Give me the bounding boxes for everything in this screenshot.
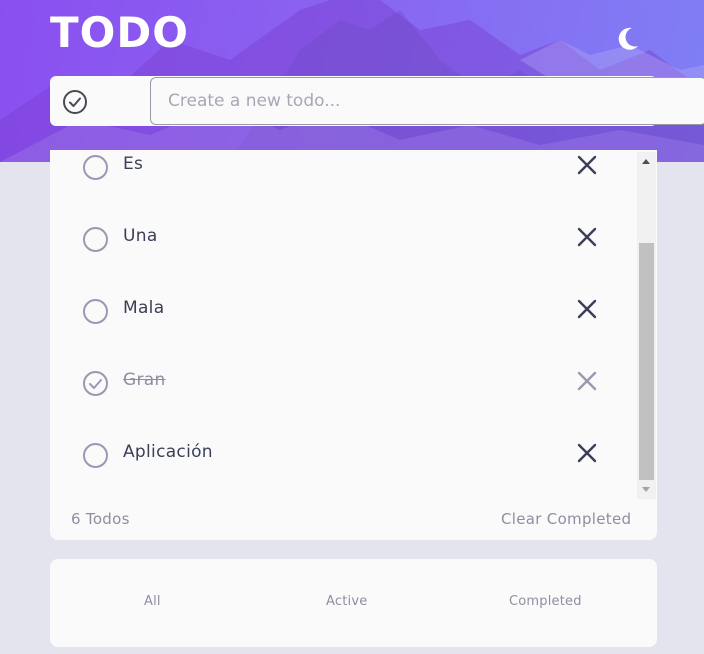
todo-count: 6 Todos [71,510,130,528]
close-icon [577,443,597,463]
filter-completed[interactable]: Completed [509,594,582,609]
delete-todo-button[interactable] [576,226,598,248]
scroll-up-arrow-icon[interactable] [642,159,650,164]
todo-text: Es [123,154,144,174]
close-icon [577,227,597,247]
todo-text: Aplicación [123,442,213,462]
theme-toggle-button[interactable] [612,22,644,54]
close-icon [577,371,597,391]
todo-text: Mala [123,298,165,318]
app-title: TODO [50,8,189,57]
moon-icon [618,27,638,50]
delete-todo-button[interactable] [576,442,598,464]
delete-todo-button[interactable] [576,298,598,320]
todo-item[interactable]: Gran [50,368,637,428]
todo-text: Una [123,226,158,246]
todo-checkbox[interactable] [83,155,108,180]
todo-list-card: Es Una Mala Gran Aplicación [50,150,657,540]
todo-list-scrollbar[interactable] [637,152,656,499]
scrollbar-thumb[interactable] [639,243,654,480]
delete-todo-button[interactable] [576,370,598,392]
check-circle-icon[interactable] [62,89,88,115]
new-todo-bar [50,76,704,126]
todo-text: Gran [123,370,166,390]
check-circle-icon[interactable] [82,370,109,397]
new-todo-input[interactable] [150,77,704,125]
scroll-down-arrow-icon[interactable] [642,487,650,492]
close-icon [577,299,597,319]
todo-checkbox[interactable] [83,299,108,324]
filter-bar: All Active Completed [50,559,657,647]
todo-list: Es Una Mala Gran Aplicación [50,150,637,500]
todo-item[interactable]: Es [50,152,637,212]
close-icon [577,155,597,175]
todo-item[interactable]: Aplicación [50,440,637,500]
todo-checkbox[interactable] [83,443,108,468]
todo-item[interactable]: Mala [50,296,637,356]
todo-item[interactable]: Una [50,224,637,284]
delete-todo-button[interactable] [576,154,598,176]
filter-active[interactable]: Active [326,594,367,609]
clear-completed-button[interactable]: Clear Completed [501,510,631,528]
todo-checkbox[interactable] [83,227,108,252]
filter-all[interactable]: All [144,594,161,609]
